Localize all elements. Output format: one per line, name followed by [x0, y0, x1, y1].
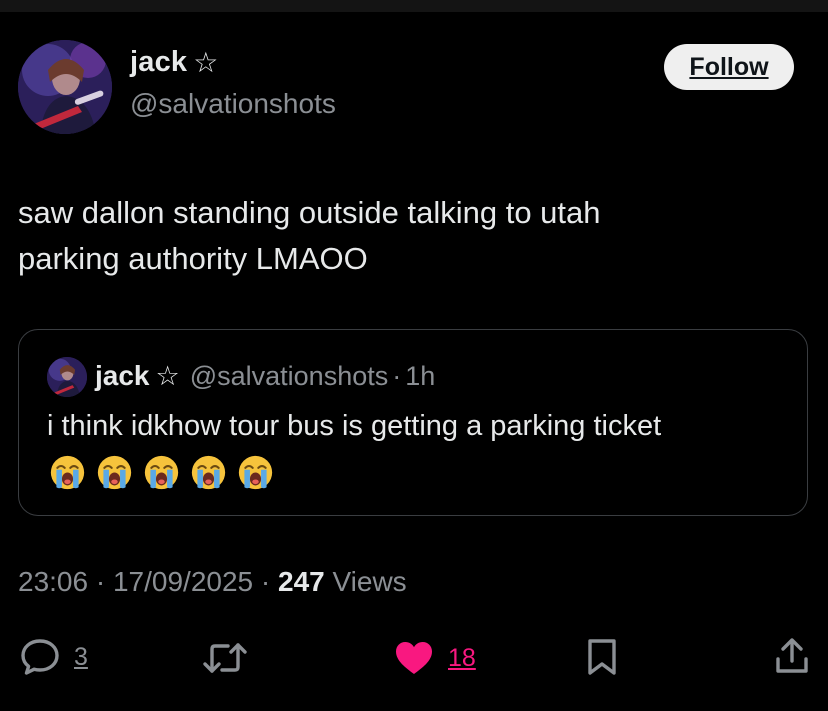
- meta-separator-2: ·: [260, 566, 271, 597]
- quoted-timestamp: 1h: [405, 360, 436, 391]
- author-avatar[interactable]: [18, 40, 112, 134]
- share-icon: [776, 638, 808, 673]
- quoted-author-handle: @salvationshots: [189, 360, 389, 391]
- crying-face-emoji-icon: [238, 455, 273, 490]
- crying-face-emoji-icon: [50, 455, 85, 490]
- top-edge: [0, 0, 828, 12]
- follow-button[interactable]: Follow: [664, 44, 794, 90]
- heart-icon: [396, 642, 432, 674]
- share-button[interactable]: [774, 637, 810, 675]
- tweet-date[interactable]: 17/09/2025: [113, 566, 253, 597]
- crying-face-emoji-icon: [144, 455, 179, 490]
- views-count: 247: [278, 566, 325, 597]
- star-icon: ☆: [193, 46, 219, 78]
- tweet-time[interactable]: 23:06: [18, 566, 88, 597]
- tweet-text: saw dallon standing outside talking to u…: [18, 190, 798, 282]
- quoted-tweet-text: i think idkhow tour bus is getting a par…: [47, 410, 662, 442]
- avatar-image-icon: [18, 40, 112, 134]
- reply-button[interactable]: 3: [20, 638, 88, 676]
- quoted-author-name: jack: [95, 360, 150, 391]
- quoted-separator: ·: [392, 360, 402, 391]
- tweet-text-line-2: parking authority LMAOO: [18, 241, 368, 276]
- crying-face-emoji-icon: [97, 455, 132, 490]
- quoted-emoji-row: [49, 454, 274, 491]
- crying-face-emoji-icon: [191, 455, 226, 490]
- quoted-avatar-image-icon: [47, 357, 87, 397]
- reply-count: 3: [74, 642, 88, 671]
- author-name-row: jack ☆: [130, 46, 218, 79]
- reply-icon: [21, 639, 59, 675]
- author-handle[interactable]: @salvationshots: [130, 88, 336, 120]
- quoted-star-icon: ☆: [155, 360, 180, 391]
- quoted-tweet-card[interactable]: jack ☆ @salvationshots · 1h i think idkh…: [18, 329, 808, 516]
- quoted-tweet-header: jack ☆ @salvationshots · 1h: [95, 360, 435, 392]
- bookmark-icon: [588, 639, 616, 675]
- tweet-meta: 23:06 · 17/09/2025 · 247 Views: [18, 566, 407, 598]
- retweet-icon: [203, 643, 247, 673]
- retweet-button[interactable]: [202, 641, 248, 675]
- like-count: 18: [448, 643, 476, 672]
- like-button[interactable]: 18: [394, 640, 476, 676]
- meta-separator-1: ·: [95, 566, 106, 597]
- bookmark-button[interactable]: [587, 638, 617, 676]
- views-label: Views: [332, 566, 407, 597]
- tweet-text-line-1: saw dallon standing outside talking to u…: [18, 195, 601, 230]
- quoted-author-avatar: [47, 357, 87, 397]
- author-name[interactable]: jack: [130, 46, 187, 79]
